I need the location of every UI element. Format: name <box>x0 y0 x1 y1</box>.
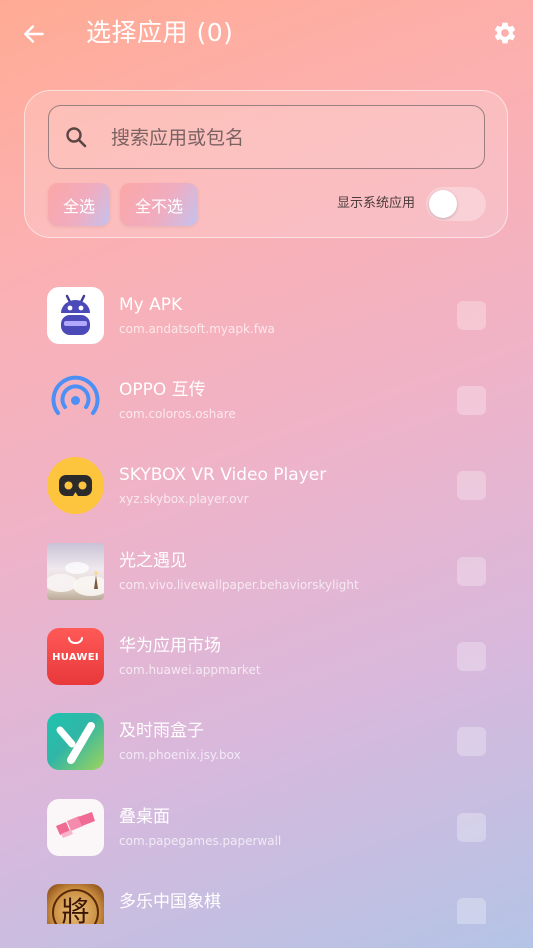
app-checkbox[interactable] <box>457 813 486 842</box>
show-system-apps-label: 显示系统应用 <box>337 196 416 211</box>
app-checkbox[interactable] <box>457 642 486 671</box>
app-name: SKYBOX VR Video Player <box>119 465 327 485</box>
sky-wallpaper-icon <box>47 543 104 600</box>
app-name: OPPO 互传 <box>119 380 206 400</box>
list-item[interactable]: 將 多乐中国象棋 <box>0 869 533 924</box>
app-checkbox[interactable] <box>457 471 486 500</box>
huawei-appgallery-icon: HUAWEI <box>47 628 104 685</box>
app-package: com.phoenix.jsy.box <box>119 748 241 762</box>
app-package: com.vivo.livewallpaper.behaviorskylight <box>119 578 359 592</box>
app-name: 光之遇见 <box>119 551 187 571</box>
list-item[interactable]: 及时雨盒子 com.phoenix.jsy.box <box>0 698 533 783</box>
back-button[interactable] <box>16 16 52 52</box>
myapk-robot-icon <box>47 287 104 344</box>
jsy-box-icon <box>47 713 104 770</box>
app-package: com.papegames.paperwall <box>119 834 282 848</box>
show-system-apps-toggle[interactable] <box>426 187 486 221</box>
deselect-all-button[interactable]: 全不选 <box>120 183 198 226</box>
vr-headset-icon <box>47 457 104 514</box>
settings-button[interactable] <box>488 16 522 50</box>
app-list[interactable]: My APK com.andatsoft.myapk.fwa OPPO 互传 c… <box>0 272 533 924</box>
chinese-chess-icon: 將 <box>47 884 104 924</box>
page-title: 选择应用 (0) <box>86 18 234 47</box>
top-app-bar: 选择应用 (0) <box>0 0 533 68</box>
app-package: com.huawei.appmarket <box>119 663 261 677</box>
app-package: com.andatsoft.myapk.fwa <box>119 322 275 336</box>
app-name: My APK <box>119 295 183 315</box>
app-name: 及时雨盒子 <box>119 721 204 741</box>
app-checkbox[interactable] <box>457 727 486 756</box>
toggle-knob <box>429 190 457 218</box>
arrow-left-icon <box>24 25 44 43</box>
list-item[interactable]: My APK com.andatsoft.myapk.fwa <box>0 272 533 357</box>
app-name: 华为应用市场 <box>119 636 221 656</box>
chess-piece-glyph: 將 <box>61 895 90 924</box>
search-icon <box>66 127 87 148</box>
gear-icon <box>494 22 516 44</box>
list-item[interactable]: SKYBOX VR Video Player xyz.skybox.player… <box>0 442 533 527</box>
app-checkbox[interactable] <box>457 898 486 924</box>
app-checkbox[interactable] <box>457 386 486 415</box>
app-checkbox[interactable] <box>457 557 486 586</box>
paperwall-icon <box>47 799 104 856</box>
app-package: com.coloros.oshare <box>119 407 236 421</box>
app-name: 多乐中国象棋 <box>119 892 221 912</box>
list-item[interactable]: 叠桌面 com.papegames.paperwall <box>0 784 533 869</box>
select-all-button[interactable]: 全选 <box>48 183 110 226</box>
huawei-icon-label: HUAWEI <box>52 652 99 663</box>
app-name: 叠桌面 <box>119 807 170 827</box>
search-input[interactable] <box>109 120 473 156</box>
list-item[interactable]: 光之遇见 com.vivo.livewallpaper.behaviorskyl… <box>0 528 533 613</box>
filter-card: 全选 全不选 显示系统应用 <box>24 90 508 238</box>
oppo-share-icon <box>47 372 104 429</box>
search-box[interactable] <box>48 105 485 169</box>
list-item[interactable]: OPPO 互传 com.coloros.oshare <box>0 357 533 442</box>
app-package: xyz.skybox.player.ovr <box>119 492 249 506</box>
app-checkbox[interactable] <box>457 301 486 330</box>
list-item[interactable]: HUAWEI 华为应用市场 com.huawei.appmarket <box>0 613 533 698</box>
